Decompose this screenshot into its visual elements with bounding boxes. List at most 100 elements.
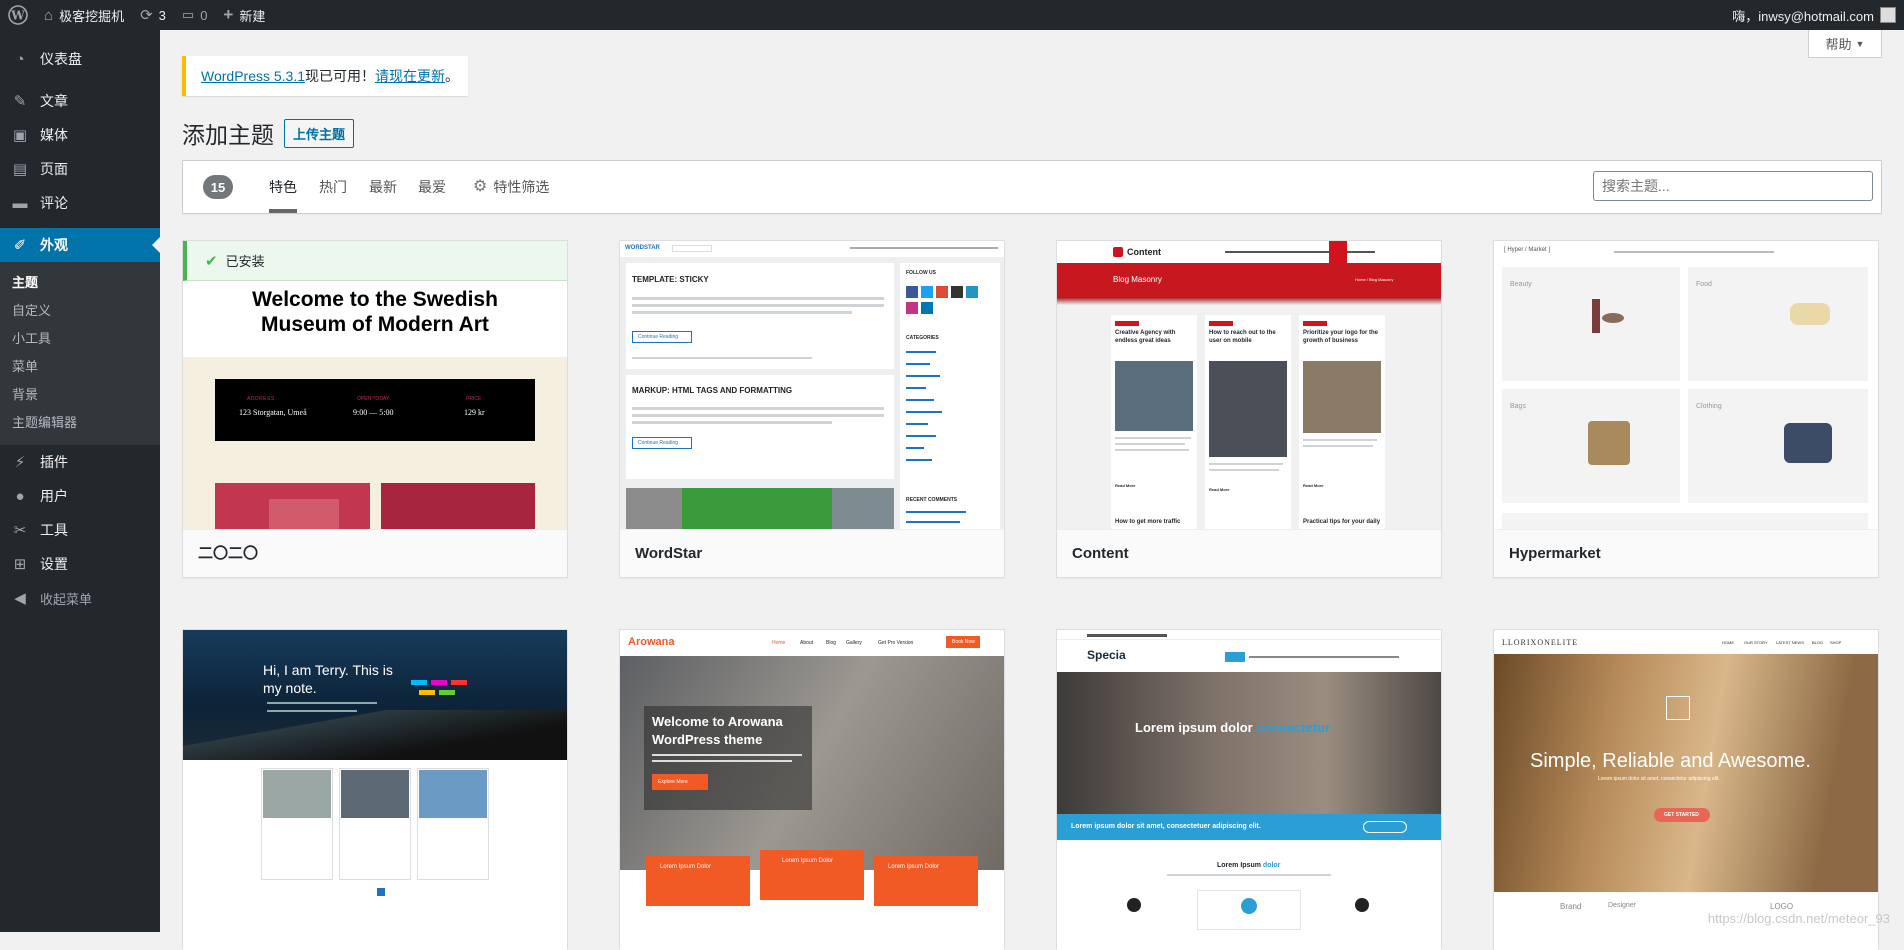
new-content-link[interactable]: + 新建 <box>215 0 273 30</box>
theme-count-badge: 15 <box>203 175 233 199</box>
theme-screenshot[interactable]: LLORIXONELITE HOME OUR STORY LATEST NEWS… <box>1494 630 1878 950</box>
theme-card-hypermarket[interactable]: [ Hyper / Market ] Beauty Food Bags Clot… <box>1493 240 1879 578</box>
google-icon <box>936 286 948 298</box>
preview-tag <box>431 680 447 685</box>
preview-date <box>1209 321 1233 326</box>
sidebar-item-plugins[interactable]: ⚡插件 <box>0 445 160 479</box>
account-greeting: 嗨，inwsy@hotmail.com <box>1732 6 1874 25</box>
theme-screenshot[interactable]: [ Hyper / Market ] Beauty Food Bags Clot… <box>1494 241 1878 529</box>
tab-latest[interactable]: 最新 <box>369 161 397 213</box>
theme-search-input[interactable] <box>1593 171 1873 201</box>
preview-title: Welcome to Arowana <box>652 714 783 729</box>
sidebar-item-comments[interactable]: ▬评论 <box>0 186 160 220</box>
sidebar-item-users[interactable]: ●用户 <box>0 479 160 513</box>
comment-bubble-icon: ▭ <box>182 7 194 23</box>
theme-screenshot[interactable]: Arowana Home About Blog Gallery Get Pro … <box>620 630 1004 950</box>
theme-screenshot[interactable]: ✔ 已安装 Welcome to the Swedish Museum of M… <box>183 241 567 529</box>
comment-icon: ▬ <box>10 195 30 212</box>
submenu-background[interactable]: 背景 <box>0 381 160 409</box>
preview-hero-image <box>1057 672 1441 814</box>
submenu-widgets[interactable]: 小工具 <box>0 325 160 353</box>
theme-screenshot[interactable]: WORDSTAR TEMPLATE: STICKY Continue Readi… <box>620 241 1004 529</box>
preview-date <box>1303 321 1327 326</box>
preview-logo: [ Hyper / Market ] <box>1504 247 1550 253</box>
feature-filter-button[interactable]: ⚙ 特性筛选 <box>473 161 549 213</box>
preview-feature-title: Lorem Ipsum Dolor <box>660 864 711 870</box>
preview-nav-active <box>1329 241 1347 263</box>
theme-card-twentytwenty[interactable]: ✔ 已安装 Welcome to the Swedish Museum of M… <box>182 240 568 578</box>
updates-link[interactable]: ⟳ 3 <box>132 0 174 30</box>
theme-card-wordstar[interactable]: WORDSTAR TEMPLATE: STICKY Continue Readi… <box>619 240 1005 578</box>
site-name-link[interactable]: ⌂ 极客挖掘机 <box>36 0 132 30</box>
notice-text: 现已可用！ <box>305 66 375 86</box>
linkedin-icon <box>921 302 933 314</box>
preview-tag <box>451 680 467 685</box>
upload-theme-button[interactable]: 上传主题 <box>284 119 354 148</box>
sidebar-item-media[interactable]: ▣媒体 <box>0 118 160 152</box>
comments-count: 0 <box>200 8 207 23</box>
sidebar-item-collapse[interactable]: ◀收起菜单 <box>0 581 160 615</box>
plugin-icon: ⚡ <box>10 453 30 471</box>
theme-screenshot[interactable]: Specia Lorem ipsum dolor consectetur Lor… <box>1057 630 1441 950</box>
tab-popular[interactable]: 热门 <box>319 161 347 213</box>
sidebar-item-pages[interactable]: ▤页面 <box>0 152 160 186</box>
preview-post-image <box>263 770 331 818</box>
page-icon: ▤ <box>10 160 30 178</box>
sidebar-item-label: 仪表盘 <box>40 49 82 69</box>
preview-category <box>1502 513 1868 529</box>
theme-filter-bar: 15 特色 热门 最新 最爱 ⚙ 特性筛选 <box>182 160 1882 214</box>
preview-nav-item: BLOG <box>1812 640 1823 645</box>
preview-hero-accent: consectetur <box>1256 720 1330 735</box>
theme-card-arowana[interactable]: Arowana Home About Blog Gallery Get Pro … <box>619 629 1005 949</box>
preview-hero-title: Lorem ipsum dolor consectetur <box>1135 720 1330 735</box>
preview-tag <box>439 690 455 695</box>
theme-name: WordStar <box>620 529 1004 577</box>
preview-value: 123 Storgatan, Umeå <box>239 408 307 417</box>
preview-nav-item: LATEST NEWS <box>1776 640 1804 645</box>
sidebar-item-tools[interactable]: ✂工具 <box>0 513 160 547</box>
submenu-menus[interactable]: 菜单 <box>0 353 160 381</box>
theme-screenshot[interactable]: Content Blog Masonry Home / Blog Masonry… <box>1057 241 1441 529</box>
help-tab[interactable]: 帮助 ▼ <box>1808 30 1882 58</box>
my-account[interactable]: 嗨，inwsy@hotmail.com <box>1724 0 1904 30</box>
notice-end: 。 <box>445 66 459 86</box>
sidebar-item-settings[interactable]: ⊞设置 <box>0 547 160 581</box>
sidebar-item-posts[interactable]: ✎文章 <box>0 84 160 118</box>
theme-name: Hypermarket <box>1494 529 1878 577</box>
preview-feature-icon <box>1241 898 1257 914</box>
preview-label: OPEN TODAY <box>357 396 389 402</box>
preview-read-more: Continue Reading <box>638 440 678 446</box>
comments-link[interactable]: ▭ 0 <box>174 0 216 30</box>
wordpress-version-link[interactable]: WordPress 5.3.1 <box>201 68 305 84</box>
github-icon <box>951 286 963 298</box>
preview-card-title: How to get more traffic <box>1115 519 1191 525</box>
theme-card-content[interactable]: Content Blog Masonry Home / Blog Masonry… <box>1056 240 1442 578</box>
submenu-themes[interactable]: 主题 <box>0 269 160 297</box>
preview-category-label: Food <box>1696 281 1712 288</box>
dribbble-icon <box>966 286 978 298</box>
preview-logo: Specia <box>1087 648 1126 662</box>
submenu-theme-editor[interactable]: 主题编辑器 <box>0 409 160 437</box>
theme-screenshot[interactable]: Hi, I am Terry. This is my note. <box>183 630 567 950</box>
wordpress-logo-icon[interactable]: W <box>0 0 36 30</box>
theme-card-5[interactable]: Hi, I am Terry. This is my note. <box>182 629 568 949</box>
admin-bar: W ⌂ 极客挖掘机 ⟳ 3 ▭ 0 + 新建 嗨，inwsy@hotmail.c… <box>0 0 1904 30</box>
update-now-link[interactable]: 请现在更新 <box>375 66 445 86</box>
submenu-customize[interactable]: 自定义 <box>0 297 160 325</box>
sidebar-item-dashboard[interactable]: ◔仪表盘 <box>0 42 160 76</box>
admin-sidebar: ◔仪表盘 ✎文章 ▣媒体 ▤页面 ▬评论 ✐外观 主题 自定义 小工具 菜单 背… <box>0 30 160 932</box>
installed-label: 已安装 <box>226 251 265 270</box>
sidebar-item-label: 文章 <box>40 91 68 111</box>
theme-card-specia[interactable]: Specia Lorem ipsum dolor consectetur Lor… <box>1056 629 1442 949</box>
preview-hero-image <box>1494 654 1878 892</box>
preview-post-image <box>419 770 487 818</box>
preview-image <box>682 488 832 529</box>
tab-featured[interactable]: 特色 <box>269 161 297 213</box>
sidebar-item-appearance[interactable]: ✐外观 <box>0 228 160 262</box>
preview-card-title: Practical tips for your daily <box>1303 519 1383 525</box>
preview-label: PRICE <box>466 396 481 402</box>
theme-card-llorix[interactable]: LLORIXONELITE HOME OUR STORY LATEST NEWS… <box>1493 629 1879 949</box>
tab-favorites[interactable]: 最爱 <box>418 161 446 213</box>
preview-nav-item: Get Pro Version <box>878 640 913 646</box>
preview-nav-active <box>1225 652 1245 662</box>
